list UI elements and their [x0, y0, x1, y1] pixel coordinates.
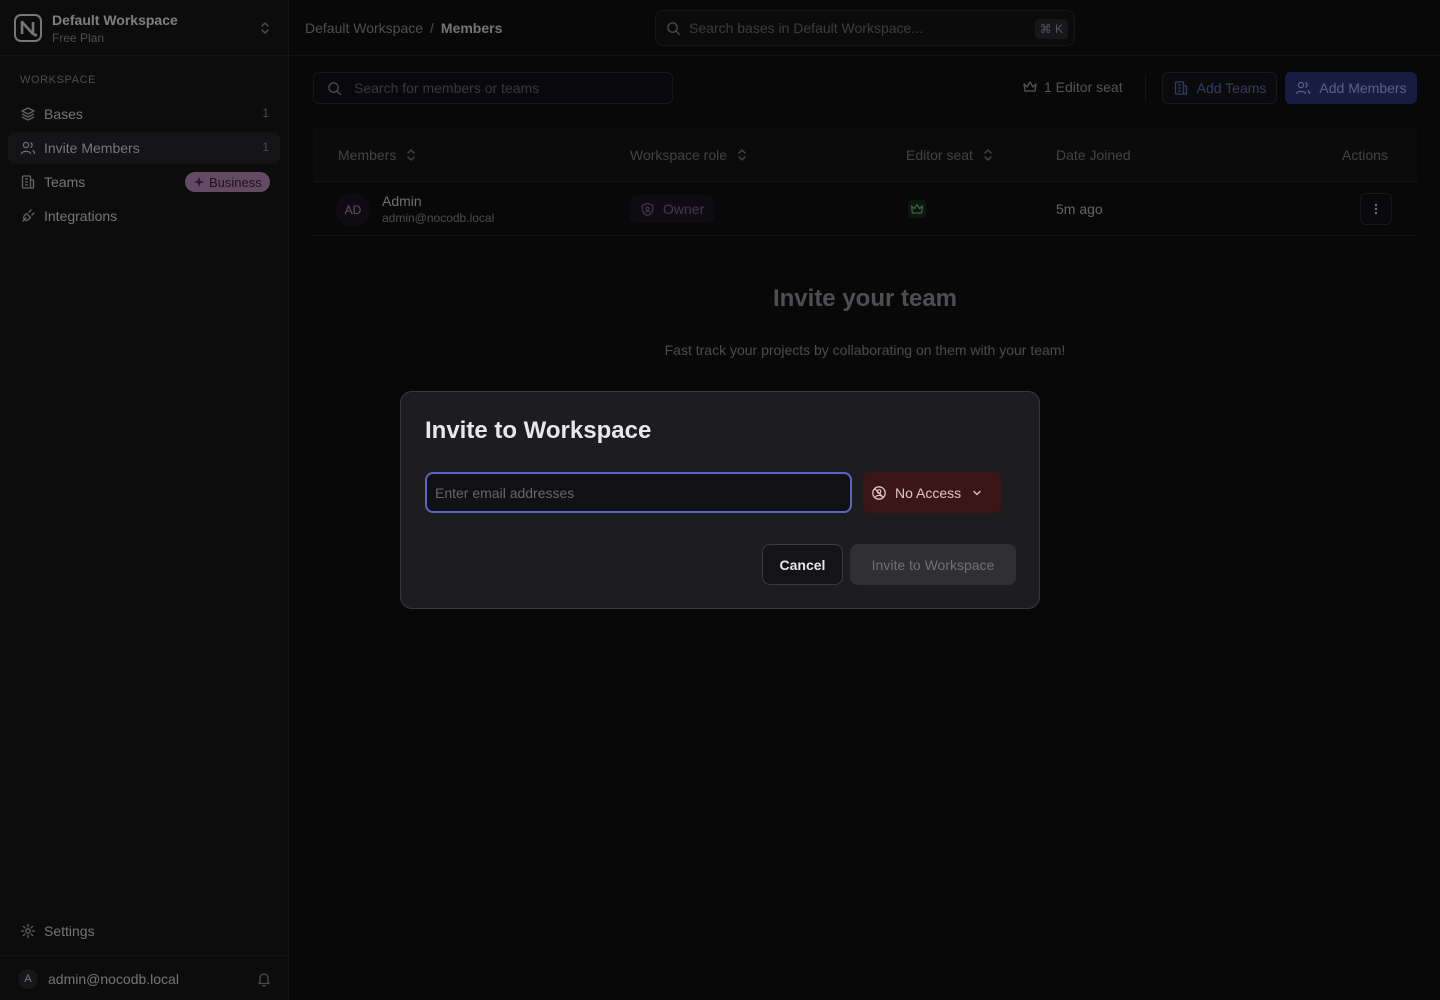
- invite-submit-button[interactable]: Invite to Workspace: [850, 544, 1016, 585]
- access-role-select[interactable]: No Access: [863, 472, 1001, 513]
- access-role-label: No Access: [895, 484, 962, 501]
- email-input[interactable]: [425, 472, 852, 513]
- chevron-down-icon: [973, 490, 981, 495]
- invite-modal: Invite to Workspace No Access Cancel Inv…: [400, 391, 1040, 609]
- modal-title: Invite to Workspace: [425, 417, 652, 444]
- no-access-icon: [872, 485, 886, 500]
- cancel-button[interactable]: Cancel: [762, 544, 843, 585]
